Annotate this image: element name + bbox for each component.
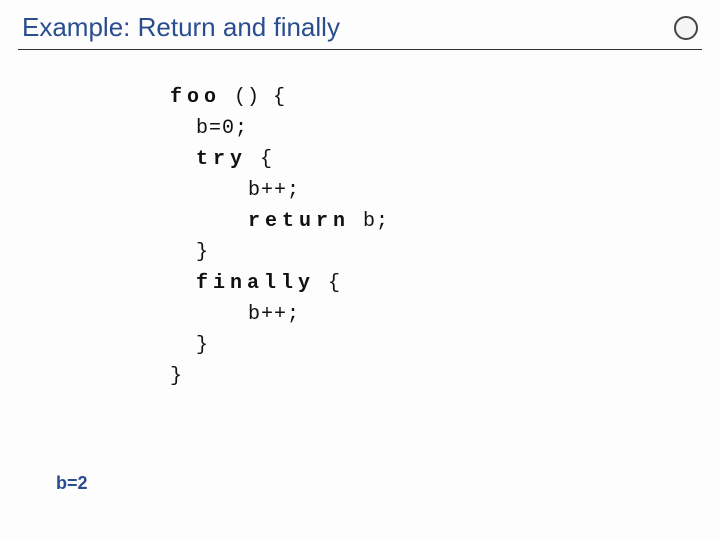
code-l8: b++; xyxy=(170,303,300,326)
code-l5c: b; xyxy=(350,210,389,233)
code-l2: b=0; xyxy=(170,117,248,140)
title-row: Example: Return and finally xyxy=(0,0,720,49)
slide-title: Example: Return and finally xyxy=(22,12,340,43)
code-try-kw: try xyxy=(196,148,247,171)
code-l4: b++; xyxy=(170,179,300,202)
code-finally-kw: finally xyxy=(196,272,315,295)
logo-icon xyxy=(674,16,698,40)
code-l9: } xyxy=(170,334,209,357)
code-l10: } xyxy=(170,365,183,388)
result-text: b=2 xyxy=(56,473,88,494)
code-l7a xyxy=(170,272,196,295)
code-l1b: () { xyxy=(221,86,286,109)
code-return-kw: return xyxy=(248,210,350,233)
code-block: foo () { b=0; try { b++; return b; } fin… xyxy=(170,82,720,392)
code-fn-name: foo xyxy=(170,86,221,109)
code-l3c: { xyxy=(247,148,273,171)
code-l5a xyxy=(170,210,248,233)
code-l6: } xyxy=(170,241,209,264)
code-l3a xyxy=(170,148,196,171)
title-underline xyxy=(18,49,702,50)
code-l7c: { xyxy=(315,272,341,295)
